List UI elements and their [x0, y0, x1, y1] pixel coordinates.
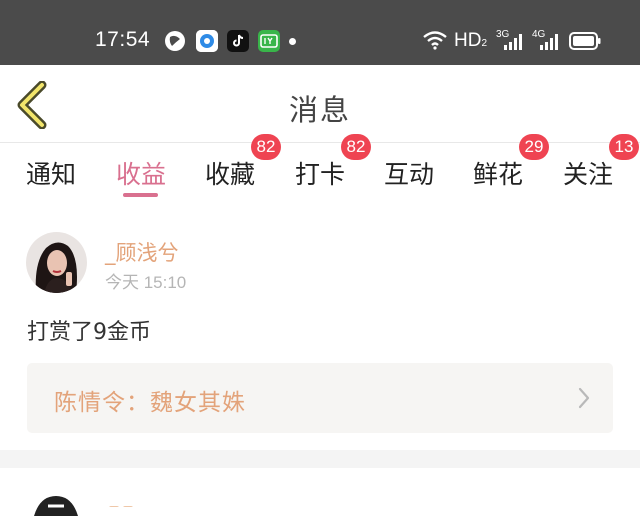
- active-tab-indicator: [123, 193, 158, 197]
- post-time: 今天 15:10: [105, 273, 187, 292]
- next-message-card: [0, 468, 640, 507]
- tab-follows[interactable]: 关注: [563, 155, 613, 191]
- hd-sub-label: 2: [481, 38, 488, 49]
- app-icon-blue: [196, 30, 218, 52]
- hd-label: HD: [454, 30, 482, 51]
- flowers-badge: 29: [519, 134, 549, 160]
- tab-checkin[interactable]: 打卡: [295, 155, 345, 191]
- iqiyi-icon: [258, 30, 280, 52]
- user-name[interactable]: _顾浅兮: [105, 237, 179, 267]
- page-title: 消息: [288, 93, 351, 127]
- dot-icon: [289, 38, 296, 45]
- hd-indicator: HD2: [454, 30, 487, 52]
- next-avatar[interactable]: [26, 492, 86, 522]
- referenced-work-link[interactable]: 陈情令：魏女其姝: [27, 363, 613, 433]
- app-icon-dark-circle: [164, 30, 186, 52]
- chevron-right-icon: [577, 385, 591, 415]
- checkin-badge: 82: [341, 134, 371, 160]
- favorites-badge: 82: [251, 134, 281, 160]
- tab-favorites[interactable]: 收藏: [205, 155, 255, 191]
- referenced-work-title: 陈情令：魏女其姝: [54, 390, 246, 416]
- tab-flowers[interactable]: 鲜花: [473, 155, 523, 191]
- signal-icon-1: [503, 33, 523, 56]
- message-text: 打赏了9金币: [27, 320, 151, 345]
- list-divider: [0, 450, 640, 468]
- status-time: 17:54: [95, 28, 151, 51]
- tab-interactions[interactable]: 互动: [384, 155, 434, 191]
- status-bar: 17:54 HD2 3G 4G: [0, 0, 640, 65]
- nav-bar: 消息: [0, 65, 640, 143]
- next-user-name-partial: [105, 496, 145, 507]
- follows-badge: 13: [609, 134, 639, 160]
- wifi-icon: [422, 30, 448, 55]
- signal-icon-2: [539, 33, 559, 56]
- battery-icon: [569, 32, 601, 55]
- tab-notifications[interactable]: 通知: [26, 155, 76, 191]
- tab-earnings[interactable]: 收益: [116, 155, 166, 191]
- tiktok-icon: [227, 30, 249, 52]
- avatar[interactable]: [26, 232, 87, 293]
